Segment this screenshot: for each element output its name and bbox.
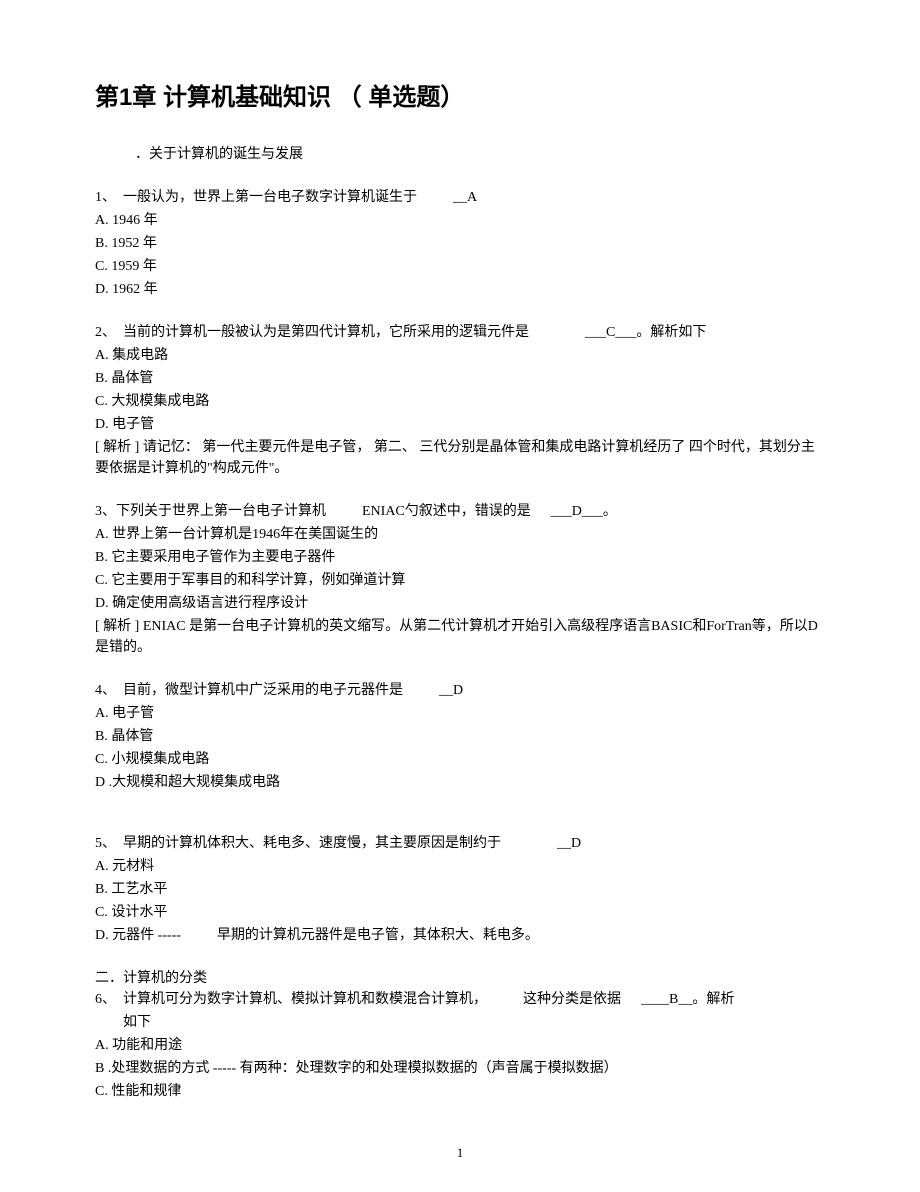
q-prefix: 4、 目前，微型计算机中广泛采用的电子元器件是: [95, 683, 403, 698]
option-a: A. 电子管: [95, 703, 825, 724]
option-d: D. 元器件 ----- 早期的计算机元器件是电子管，其体积大、耗电多。: [95, 925, 825, 946]
question-text: 6、 计算机可分为数字计算机、模拟计算机和数模混合计算机， 这种分类是依据 ____…: [95, 989, 825, 1010]
q-suffix: 。: [603, 504, 617, 519]
opt-d-suffix: 早期的计算机元器件是电子管，其体积大、耗电多。: [217, 928, 539, 943]
question-4: 4、 目前，微型计算机中广泛采用的电子元器件是 __D A. 电子管 B. 晶体管…: [95, 680, 825, 793]
option-b: B. 晶体管: [95, 726, 825, 747]
option-c: C. 性能和规律: [95, 1081, 825, 1102]
q-suffix: 。解析: [692, 992, 734, 1007]
option-c: C. 大规模集成电路: [95, 391, 825, 412]
document-title: 第1章 计算机基础知识 （ 单选题）: [95, 80, 825, 116]
option-a: A. 1946 年: [95, 210, 825, 231]
q-answer: __D: [439, 683, 463, 698]
q-answer: ___D___: [551, 504, 603, 519]
q-prefix: 6、 计算机可分为数字计算机、模拟计算机和数模混合计算机，: [95, 992, 487, 1007]
q-indent-text: 如下: [123, 1012, 825, 1033]
option-a: A. 集成电路: [95, 345, 825, 366]
analysis: [ 解析 ] 请记忆： 第一代主要元件是电子管， 第二、 三代分别是晶体管和集成…: [95, 437, 825, 479]
q-mid: 这种分类是依据: [523, 992, 621, 1007]
question-6: 6、 计算机可分为数字计算机、模拟计算机和数模混合计算机， 这种分类是依据 ____…: [95, 989, 825, 1102]
question-1: 1、 一般认为，世界上第一台电子数字计算机诞生于 __A A. 1946 年 B.…: [95, 187, 825, 300]
q-answer: __D: [557, 836, 581, 851]
option-c: C. 它主要用于军事目的和科学计算，例如弹道计算: [95, 570, 825, 591]
q-prefix: 3、下列关于世界上第一台电子计算机: [95, 504, 326, 519]
opt-d-prefix: D. 元器件 -----: [95, 928, 181, 943]
option-d: D. 确定使用高级语言进行程序设计: [95, 593, 825, 614]
q-answer: ____B__: [641, 992, 692, 1007]
option-d: D .大规模和超大规模集成电路: [95, 772, 825, 793]
option-a: A. 功能和用途: [95, 1035, 825, 1056]
option-b: B. 工艺水平: [95, 879, 825, 900]
section-header-2: 二．计算机的分类: [95, 968, 825, 989]
option-a: A. 世界上第一台计算机是1946年在美国诞生的: [95, 524, 825, 545]
question-2: 2、 当前的计算机一般被认为是第四代计算机，它所采用的逻辑元件是 ___C___。…: [95, 322, 825, 479]
option-b: B. 晶体管: [95, 368, 825, 389]
q-prefix: 5、 早期的计算机体积大、耗电多、速度慢，其主要原因是制约于: [95, 836, 501, 851]
question-3: 3、下列关于世界上第一台电子计算机ENIAC勺叙述中，错误的是___D___。 …: [95, 501, 825, 658]
option-a: A. 元材料: [95, 856, 825, 877]
question-text: 3、下列关于世界上第一台电子计算机 ENIAC勺叙述中，错误的是 ___D___。: [95, 501, 825, 522]
section-header-1: ．关于计算机的诞生与发展: [135, 144, 825, 165]
question-text: 2、 当前的计算机一般被认为是第四代计算机，它所采用的逻辑元件是 ___C___。…: [95, 322, 825, 343]
q-suffix: 。解析如下: [636, 325, 706, 340]
option-b: B. 它主要采用电子管作为主要电子器件: [95, 547, 825, 568]
q-prefix: 1、 一般认为，世界上第一台电子数字计算机诞生于: [95, 190, 417, 205]
option-b: B. 1952 年: [95, 233, 825, 254]
option-c: C. 设计水平: [95, 902, 825, 923]
question-5: 5、 早期的计算机体积大、耗电多、速度慢，其主要原因是制约于 __D A. 元材料…: [95, 833, 825, 946]
question-text: 1、 一般认为，世界上第一台电子数字计算机诞生于 __A: [95, 187, 825, 208]
option-d: D. 电子管: [95, 414, 825, 435]
option-d: D. 1962 年: [95, 279, 825, 300]
analysis: [ 解析 ] ENIAC 是第一台电子计算机的英文缩写。从第二代计算机才开始引入…: [95, 616, 825, 658]
q-answer: __A: [453, 190, 477, 205]
question-text: 4、 目前，微型计算机中广泛采用的电子元器件是 __D: [95, 680, 825, 701]
q-answer: ___C___: [585, 325, 636, 340]
q-mid: ENIAC勺叙述中，错误的是: [362, 504, 531, 519]
q-prefix: 2、 当前的计算机一般被认为是第四代计算机，它所采用的逻辑元件是: [95, 325, 529, 340]
option-b: B .处理数据的方式 ----- 有两种：处理数字的和处理模拟数据的（声音属于模…: [95, 1058, 825, 1079]
question-text: 5、 早期的计算机体积大、耗电多、速度慢，其主要原因是制约于 __D: [95, 833, 825, 854]
page-number: 1: [0, 1143, 920, 1163]
option-c: C. 小规模集成电路: [95, 749, 825, 770]
option-c: C. 1959 年: [95, 256, 825, 277]
